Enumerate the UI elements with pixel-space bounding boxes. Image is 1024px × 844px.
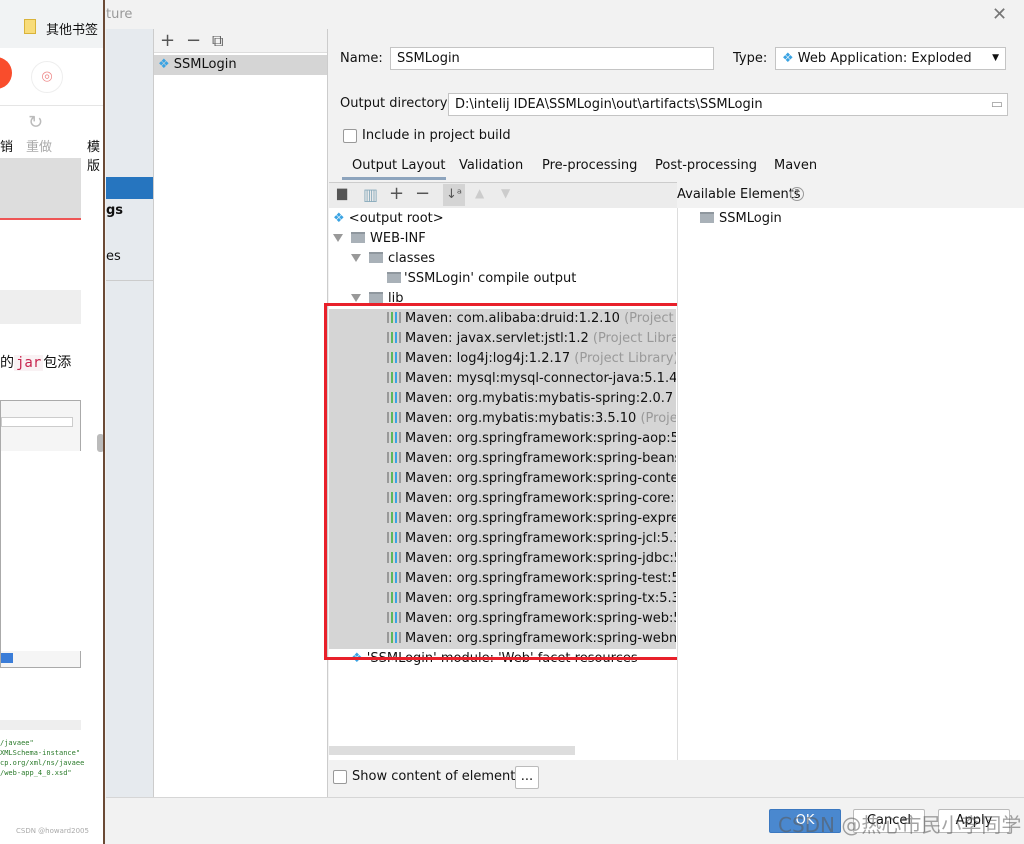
name-label: Name:	[340, 51, 383, 66]
remove-icon[interactable]: −	[415, 183, 430, 204]
tab-maven[interactable]: Maven	[774, 158, 817, 173]
article-image	[0, 158, 81, 220]
article-text: 的 jar 包添	[0, 355, 72, 371]
name-input[interactable]: SSMLogin	[390, 47, 714, 70]
app-icon[interactable]: ◎	[31, 61, 63, 93]
output-dir-input[interactable]: D:\intelij IDEA\SSMLogin\out\artifacts\S…	[448, 93, 1008, 116]
expand-arrow-icon[interactable]	[351, 294, 361, 302]
dialog-title: ture	[106, 7, 133, 22]
new-directory-icon[interactable]: ▆	[337, 186, 347, 201]
archive-icon[interactable]: ▥	[363, 185, 378, 204]
tree-node-classes[interactable]: classes	[329, 249, 676, 269]
folder-icon	[351, 232, 365, 243]
redo-icon[interactable]: ↻	[28, 112, 43, 133]
article-image	[0, 290, 81, 324]
folder-icon	[369, 252, 383, 263]
folder-icon	[24, 19, 36, 34]
tab-post-processing[interactable]: Post-processing	[655, 158, 757, 173]
available-elements-panel: SSMLogin	[677, 208, 1024, 760]
nav-item-facets[interactable]: gs	[106, 203, 123, 218]
layout-toolbar: ▆ ▥ + − ↓ᵃ ▲ ▼	[329, 182, 677, 208]
folder-icon	[369, 292, 383, 303]
code-block: /javaee" XMLSchema-instance" cp.org/xml/ns…	[0, 739, 85, 777]
available-elements-label: Available Elements	[677, 187, 801, 202]
include-build-label: Include in project build	[362, 128, 511, 143]
tree-node-output-root[interactable]: ❖ <output root>	[329, 209, 676, 229]
web-artifact-icon: ❖	[158, 57, 170, 72]
add-copy-of-icon[interactable]: +	[389, 183, 404, 204]
module-icon	[700, 212, 714, 223]
move-down-icon[interactable]: ▼	[501, 186, 510, 200]
bookmark-folder[interactable]: 其他书签	[46, 19, 98, 38]
artifact-item[interactable]: ❖ SSMLogin	[154, 55, 327, 75]
artifact-list-panel: + − ⧉ ❖ SSMLogin	[153, 29, 328, 797]
project-structure-dialog: ture ✕ gs es + − ⧉ ❖ SSMLogin Name: SSML…	[106, 0, 1024, 844]
type-label: Type:	[733, 51, 768, 66]
show-content-label: Show content of elements	[352, 769, 523, 784]
web-artifact-icon: ❖	[782, 51, 794, 66]
undo-button[interactable]: 销	[0, 136, 13, 155]
redo-button[interactable]: 重做	[26, 136, 52, 155]
more-button[interactable]: ...	[515, 766, 539, 789]
sort-alphabetically-icon[interactable]: ↓ᵃ	[443, 184, 465, 206]
folder-browse-icon[interactable]: ▭	[991, 94, 1003, 115]
article-image	[0, 400, 81, 668]
type-select[interactable]: ❖ Web Application: Exploded ▼	[775, 47, 1006, 70]
remove-icon[interactable]: −	[186, 30, 201, 51]
horizontal-scrollbar[interactable]	[329, 746, 575, 755]
chevron-down-icon: ▼	[992, 53, 999, 63]
active-tab-indicator	[342, 177, 446, 180]
module-output-icon	[387, 272, 401, 283]
nav-item-modules[interactable]: es	[106, 249, 121, 264]
tree-node-web-inf[interactable]: WEB-INF	[329, 229, 676, 249]
move-up-icon[interactable]: ▲	[475, 186, 484, 200]
watermark: CSDN @热心市民小李同学	[778, 813, 1022, 837]
tab-output-layout[interactable]: Output Layout	[352, 158, 445, 173]
copy-icon[interactable]: ⧉	[212, 31, 223, 51]
help-icon[interactable]: ?	[790, 187, 804, 201]
output-dir-label: Output directory:	[340, 96, 451, 111]
close-icon[interactable]: ✕	[992, 4, 1007, 25]
template-button[interactable]: 模版	[87, 136, 103, 174]
show-content-checkbox[interactable]	[333, 770, 347, 784]
tree-node-compile-output[interactable]: 'SSMLogin' compile output	[329, 269, 676, 289]
nav-item-artifacts[interactable]	[106, 177, 153, 199]
add-icon[interactable]: +	[160, 30, 175, 51]
tab-pre-processing[interactable]: Pre-processing	[542, 158, 637, 173]
include-build-checkbox[interactable]	[343, 129, 357, 143]
app-icon[interactable]	[0, 57, 12, 89]
scrollbar-thumb[interactable]	[97, 434, 103, 452]
available-element-item[interactable]: SSMLogin	[678, 209, 1024, 229]
expand-arrow-icon[interactable]	[333, 234, 343, 242]
expand-arrow-icon[interactable]	[351, 254, 361, 262]
output-root-icon: ❖	[333, 211, 345, 226]
highlight-box	[324, 303, 686, 660]
tab-validation[interactable]: Validation	[459, 158, 523, 173]
background-browser-window: 其他书签 ◎ 销 ↻ 重做 模版 的 jar 包添 /javaee" XMLSchem…	[0, 0, 105, 844]
settings-nav: gs es	[106, 29, 153, 797]
watermark: CSDN @howard2005	[16, 827, 89, 835]
